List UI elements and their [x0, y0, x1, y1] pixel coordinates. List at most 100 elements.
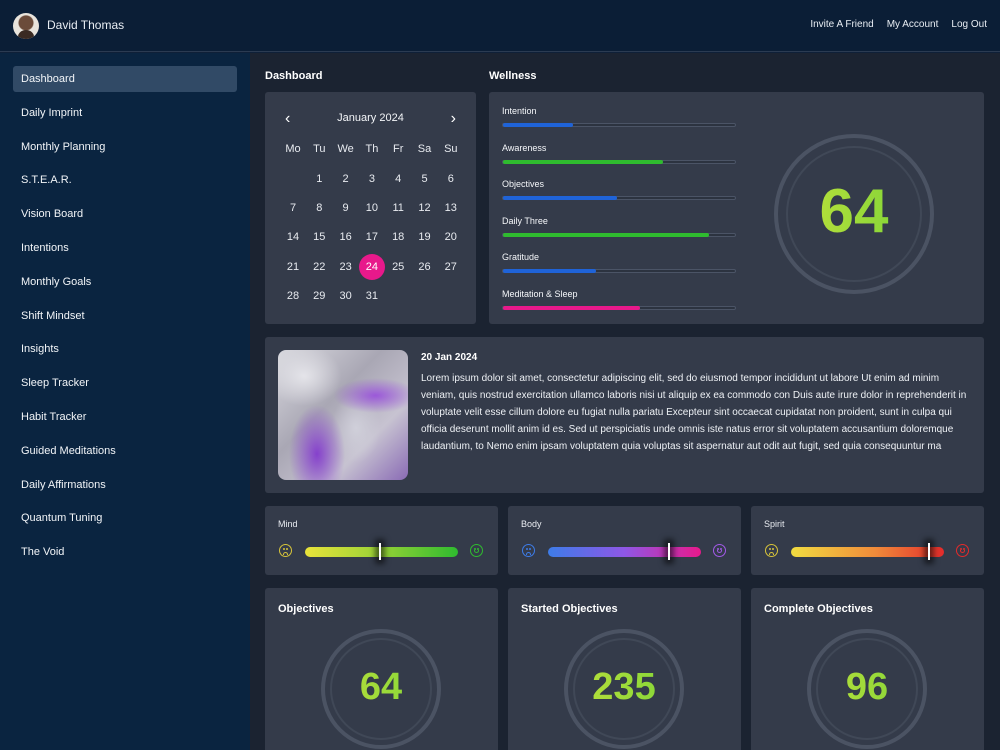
mood-slider-thumb[interactable]: [379, 543, 381, 560]
calendar-day[interactable]: 26: [412, 254, 438, 280]
happy-face-icon: [470, 544, 483, 557]
logout-link[interactable]: Log Out: [951, 19, 987, 30]
calendar-day[interactable]: 8: [306, 195, 332, 221]
calendar-day[interactable]: 29: [306, 283, 332, 309]
journal-image: [278, 350, 408, 480]
journal-text: Lorem ipsum dolor sit amet, consectetur …: [421, 373, 967, 452]
calendar-day[interactable]: 18: [385, 224, 411, 250]
journal-date: 20 Jan 2024: [421, 352, 478, 363]
calendar-day[interactable]: 28: [280, 283, 306, 309]
mood-card-mind: Mind: [265, 506, 498, 575]
sidebar-item-s-t-e-a-r[interactable]: S.T.E.A.R.: [13, 167, 237, 193]
sidebar-item-intentions[interactable]: Intentions: [13, 235, 237, 261]
calendar-day[interactable]: 6: [438, 166, 464, 192]
calendar-day[interactable]: 11: [385, 195, 411, 221]
weekday-label: Mo: [285, 143, 301, 155]
calendar-day[interactable]: 5: [412, 166, 438, 192]
calendar-day-selected[interactable]: 24: [358, 253, 385, 280]
calendar-day[interactable]: 16: [333, 224, 359, 250]
weekday-label: Su: [444, 143, 458, 155]
mood-slider-thumb[interactable]: [927, 543, 930, 560]
calendar-day[interactable]: 17: [359, 224, 385, 250]
wellness-metric-bar: [502, 305, 736, 310]
stat-card-objectives: Objectives 64: [265, 588, 498, 750]
sidebar-item-shift-mindset[interactable]: Shift Mindset: [13, 303, 237, 329]
calendar-month-label: January 2024: [337, 112, 404, 124]
mood-slider[interactable]: [305, 543, 458, 560]
wellness-metric-bar: [502, 159, 736, 164]
sidebar-item-dashboard[interactable]: Dashboard: [13, 66, 237, 92]
calendar-day[interactable]: 20: [438, 224, 464, 250]
stat-card-complete-objectives: Complete Objectives 96: [751, 588, 984, 750]
wellness-card: 64 Intention Awareness Objectives Daily Thr…: [489, 92, 984, 324]
sad-face-icon: [522, 544, 535, 557]
sidebar-item-quantum-tuning[interactable]: Quantum Tuning: [13, 505, 237, 531]
sidebar-item-daily-imprint[interactable]: Daily Imprint: [13, 100, 237, 126]
sad-face-icon: [279, 544, 292, 557]
sidebar: Dashboard Daily Imprint Monthly Planning S.…: [0, 53, 250, 750]
sidebar-item-insights[interactable]: Insights: [13, 336, 237, 362]
sidebar-item-the-void[interactable]: The Void: [13, 539, 237, 565]
wellness-metric-label: Meditation & Sleep: [502, 288, 578, 299]
wellness-metric-fill: [503, 196, 617, 200]
dashboard-title: Dashboard: [265, 70, 323, 82]
calendar-day[interactable]: 23: [333, 254, 359, 280]
wellness-title: Wellness: [489, 70, 537, 82]
calendar-day[interactable]: 22: [306, 254, 332, 280]
calendar-day[interactable]: 7: [280, 195, 306, 221]
avatar[interactable]: [13, 13, 39, 39]
calendar-day[interactable]: 25: [385, 254, 411, 280]
chevron-right-icon[interactable]: ›: [451, 111, 456, 127]
stat-value: 235: [544, 664, 704, 710]
invite-friend-link[interactable]: Invite A Friend: [810, 19, 873, 30]
weekday-label: Tu: [313, 143, 326, 155]
sidebar-item-guided-meditations[interactable]: Guided Meditations: [13, 438, 237, 464]
mood-slider[interactable]: [791, 543, 944, 560]
wellness-metric-label: Gratitude: [502, 252, 540, 262]
calendar-day[interactable]: 4: [385, 166, 411, 192]
sidebar-item-sleep-tracker[interactable]: Sleep Tracker: [13, 370, 237, 396]
wellness-metric-bar: [502, 232, 736, 237]
calendar-day[interactable]: 12: [412, 195, 438, 221]
calendar-day[interactable]: 15: [306, 224, 332, 250]
mood-label: Mind: [278, 519, 298, 529]
weekday-label: Sa: [417, 143, 432, 155]
stat-value: 64: [301, 664, 461, 710]
calendar-day[interactable]: 19: [412, 224, 438, 250]
calendar-day[interactable]: 10: [359, 195, 385, 221]
wellness-metric-fill: [503, 305, 640, 310]
calendar-day[interactable]: 13: [438, 195, 464, 221]
calendar-day[interactable]: 30: [333, 283, 359, 309]
calendar-day[interactable]: 21: [280, 254, 306, 280]
wellness-score: 64: [774, 176, 934, 248]
mood-slider[interactable]: [548, 543, 701, 560]
sidebar-item-habit-tracker[interactable]: Habit Tracker: [13, 404, 237, 430]
mood-card-body: Body: [508, 506, 741, 575]
sidebar-item-vision-board[interactable]: Vision Board: [13, 201, 237, 227]
journal-card[interactable]: 20 Jan 2024 Lorem ipsum dolor sit amet, …: [265, 337, 984, 493]
stat-card-started-objectives: Started Objectives 235: [508, 588, 741, 750]
calendar-day[interactable]: 9: [333, 195, 359, 221]
stat-title: Objectives: [278, 603, 334, 615]
calendar-day[interactable]: 2: [333, 166, 359, 192]
wellness-metric-bar: [502, 123, 736, 127]
stat-value: 96: [787, 664, 947, 710]
wellness-metric-label: Objectives: [502, 179, 545, 189]
wellness-metric-fill: [503, 269, 596, 273]
sidebar-item-monthly-goals[interactable]: Monthly Goals: [13, 269, 237, 295]
wellness-metric-fill: [503, 159, 664, 164]
calendar-day[interactable]: 1: [306, 166, 332, 192]
weekday-label: Fr: [392, 143, 404, 155]
calendar-day[interactable]: 31: [359, 283, 385, 309]
sidebar-item-daily-affirmations[interactable]: Daily Affirmations: [13, 472, 237, 498]
weekday-label: We: [337, 143, 354, 155]
calendar-day[interactable]: 14: [280, 224, 306, 250]
calendar-day[interactable]: 3: [359, 166, 385, 192]
my-account-link[interactable]: My Account: [887, 19, 939, 30]
top-nav: Invite A Friend My Account Log Out: [810, 19, 987, 30]
calendar-day[interactable]: 27: [438, 254, 464, 280]
sidebar-item-monthly-planning[interactable]: Monthly Planning: [13, 134, 237, 160]
wellness-metric-fill: [503, 232, 710, 237]
mood-slider-thumb[interactable]: [667, 543, 670, 560]
happy-face-icon: [956, 544, 969, 557]
